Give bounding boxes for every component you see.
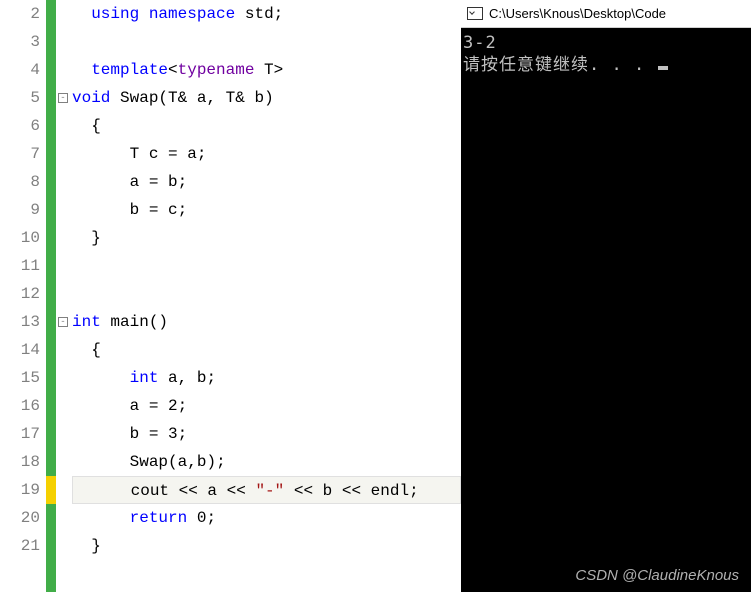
fold-cell (56, 196, 70, 224)
line-number: 9 (0, 196, 40, 224)
change-marker (46, 448, 56, 476)
change-marker (46, 420, 56, 448)
console-window[interactable]: C:\Users\Knous\Desktop\Code 3-2 请按任意键继续.… (461, 0, 751, 592)
code-line[interactable]: void Swap(T& a, T& b) (72, 84, 461, 112)
fold-cell: - (56, 84, 70, 112)
fold-column[interactable]: -- (56, 0, 70, 592)
fold-cell (56, 392, 70, 420)
console-output: 3-2 请按任意键继续. . . (461, 28, 751, 80)
fold-cell (56, 504, 70, 532)
fold-cell (56, 56, 70, 84)
console-icon (467, 7, 483, 20)
change-marker (46, 196, 56, 224)
line-number: 14 (0, 336, 40, 364)
change-marker-column (46, 0, 56, 592)
change-marker (46, 140, 56, 168)
line-number: 21 (0, 532, 40, 560)
fold-cell (56, 0, 70, 28)
code-line[interactable]: } (72, 532, 461, 560)
fold-cell (56, 280, 70, 308)
fold-cell (56, 336, 70, 364)
line-number: 8 (0, 168, 40, 196)
change-marker (46, 308, 56, 336)
fold-toggle-icon[interactable]: - (58, 93, 68, 103)
code-line[interactable]: return 0; (72, 504, 461, 532)
fold-cell (56, 28, 70, 56)
line-number: 2 (0, 0, 40, 28)
change-marker (46, 28, 56, 56)
line-number: 3 (0, 28, 40, 56)
change-marker (46, 56, 56, 84)
line-number: 12 (0, 280, 40, 308)
line-number: 5 (0, 84, 40, 112)
fold-cell (56, 112, 70, 140)
console-cursor (658, 66, 668, 70)
change-marker (46, 224, 56, 252)
line-number: 11 (0, 252, 40, 280)
line-number: 18 (0, 448, 40, 476)
fold-cell (56, 420, 70, 448)
change-marker (46, 364, 56, 392)
console-line-1: 3-2 (463, 33, 497, 53)
change-marker (46, 504, 56, 532)
change-marker (46, 168, 56, 196)
code-line[interactable]: int a, b; (72, 364, 461, 392)
code-line[interactable]: template<typename T> (72, 56, 461, 84)
change-marker (46, 112, 56, 140)
line-number: 4 (0, 56, 40, 84)
console-titlebar[interactable]: C:\Users\Knous\Desktop\Code (461, 0, 751, 28)
code-line[interactable]: a = b; (72, 168, 461, 196)
change-marker (46, 252, 56, 280)
line-number-gutter: 23456789101112131415161718192021 (0, 0, 46, 592)
fold-cell: - (56, 308, 70, 336)
watermark: CSDN @ClaudineKnous (575, 567, 739, 584)
change-marker (46, 336, 56, 364)
change-marker (46, 532, 56, 560)
fold-cell (56, 532, 70, 560)
code-line[interactable]: int main() (72, 308, 461, 336)
change-marker (46, 0, 56, 28)
fold-cell (56, 364, 70, 392)
line-number: 10 (0, 224, 40, 252)
code-line[interactable]: } (72, 224, 461, 252)
change-marker (46, 84, 56, 112)
code-line[interactable]: using namespace std; (72, 0, 461, 28)
code-line[interactable] (72, 280, 461, 308)
fold-cell (56, 476, 70, 504)
console-line-2: 请按任意键继续. . . (463, 55, 656, 75)
fold-cell (56, 168, 70, 196)
code-line[interactable]: a = 2; (72, 392, 461, 420)
console-title: C:\Users\Knous\Desktop\Code (489, 6, 666, 21)
line-number: 15 (0, 364, 40, 392)
fold-cell (56, 224, 70, 252)
fold-toggle-icon[interactable]: - (58, 317, 68, 327)
code-line[interactable]: { (72, 336, 461, 364)
line-number: 7 (0, 140, 40, 168)
code-line[interactable]: T c = a; (72, 140, 461, 168)
code-editor[interactable]: 23456789101112131415161718192021 -- usin… (0, 0, 461, 592)
fold-cell (56, 140, 70, 168)
code-line[interactable]: b = 3; (72, 420, 461, 448)
line-number: 6 (0, 112, 40, 140)
change-marker (46, 476, 56, 504)
code-line[interactable]: Swap(a,b); (72, 448, 461, 476)
code-line[interactable]: cout << a << "-" << b << endl; (72, 476, 461, 504)
code-line[interactable] (72, 28, 461, 56)
line-number: 19 (0, 476, 40, 504)
fold-cell (56, 252, 70, 280)
code-area[interactable]: using namespace std; template<typename T… (70, 0, 461, 592)
fold-cell (56, 448, 70, 476)
change-marker (46, 280, 56, 308)
line-number: 16 (0, 392, 40, 420)
line-number: 13 (0, 308, 40, 336)
line-number: 20 (0, 504, 40, 532)
code-line[interactable] (72, 252, 461, 280)
code-line[interactable]: { (72, 112, 461, 140)
change-marker (46, 392, 56, 420)
line-number: 17 (0, 420, 40, 448)
code-line[interactable]: b = c; (72, 196, 461, 224)
